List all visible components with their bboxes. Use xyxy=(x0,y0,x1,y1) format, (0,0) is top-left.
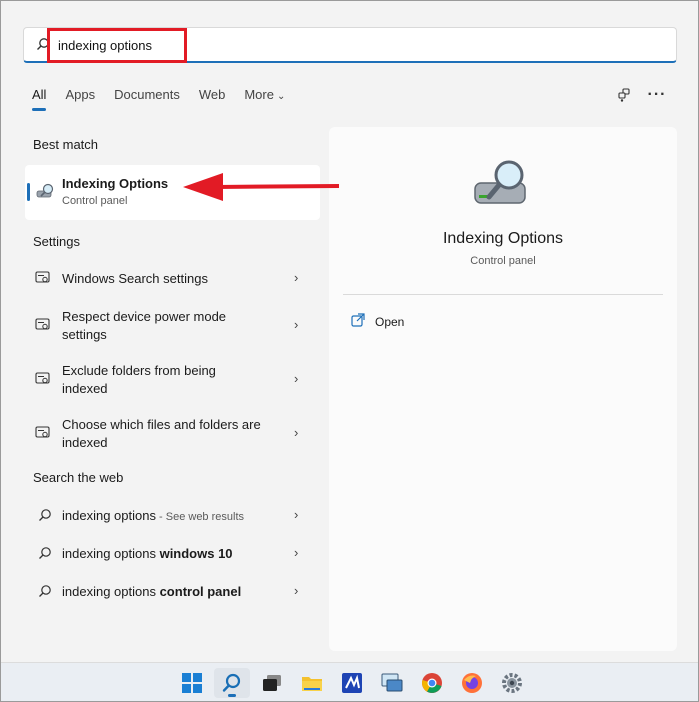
tab-documents[interactable]: Documents xyxy=(114,87,180,109)
chevron-down-icon: ⌄ xyxy=(276,91,286,102)
settings-item-line1: Respect device power mode xyxy=(62,309,227,324)
web-result-bold: windows 10 xyxy=(159,546,233,561)
filter-tabs: All Apps Documents Web More ⌄ xyxy=(32,87,304,111)
settings-window-icon xyxy=(35,271,51,290)
settings-window-icon xyxy=(35,426,51,445)
settings-item-choose-files[interactable]: Choose which files and folders are indexe… xyxy=(25,415,320,453)
settings-item-line2: settings xyxy=(62,327,107,342)
selection-indicator xyxy=(27,183,30,201)
tab-all[interactable]: All xyxy=(32,87,47,111)
open-label: Open xyxy=(375,314,405,329)
preview-title: Indexing Options xyxy=(442,230,564,247)
preview-divider xyxy=(343,294,663,295)
web-result-normal: indexing options xyxy=(62,508,156,523)
chevron-right-icon: › xyxy=(294,507,299,522)
taskbar-items xyxy=(174,668,534,698)
annotation-arrow-icon xyxy=(181,169,341,210)
taskbar xyxy=(1,662,698,701)
share-icon[interactable] xyxy=(613,85,635,105)
best-match-title: Indexing Options xyxy=(62,176,169,191)
section-title-search-web: Search the web xyxy=(33,470,124,485)
settings-window-icon xyxy=(35,318,51,337)
toolbar: ··· xyxy=(602,85,668,105)
settings-item-label: Exclude folders from being indexed xyxy=(62,362,262,398)
annotation-highlight-box xyxy=(47,28,187,63)
best-match-subtitle: Control panel xyxy=(62,195,128,207)
app-store-icon[interactable] xyxy=(334,668,370,698)
settings-item-line2: indexed xyxy=(62,381,108,396)
web-result-suffix: - See web results xyxy=(155,511,245,523)
settings-item-label: Respect device power mode settings xyxy=(62,308,262,344)
firefox-icon[interactable] xyxy=(454,668,490,698)
search-icon xyxy=(38,508,52,527)
preview-subtitle: Control panel xyxy=(470,255,536,267)
settings-item-label: Choose which files and folders are indexe… xyxy=(62,416,287,452)
task-view-icon[interactable] xyxy=(254,668,290,698)
taskbar-search-icon[interactable] xyxy=(214,668,250,698)
chevron-right-icon: › xyxy=(294,371,299,386)
preview-pane: Indexing Options Control panel Open xyxy=(329,127,677,651)
file-explorer-icon[interactable] xyxy=(294,668,330,698)
indexing-options-icon xyxy=(36,183,56,206)
web-result-label: indexing options windows 10 xyxy=(62,545,292,563)
settings-item-label: Windows Search settings xyxy=(62,270,262,288)
windows-start-icon[interactable] xyxy=(174,668,210,698)
tab-apps[interactable]: Apps xyxy=(65,87,95,109)
settings-item-line1: Choose which files and folders are xyxy=(62,417,261,432)
more-icon[interactable]: ··· xyxy=(646,85,668,105)
chevron-right-icon: › xyxy=(294,425,299,440)
settings-gear-icon[interactable] xyxy=(494,668,530,698)
tab-more-label: More xyxy=(244,87,274,102)
settings-item-windows-search[interactable]: Windows Search settings › xyxy=(25,269,320,289)
web-result-item[interactable]: indexing options windows 10 › xyxy=(25,544,320,564)
settings-window-icon xyxy=(35,372,51,391)
chevron-right-icon: › xyxy=(294,545,299,560)
section-title-settings: Settings xyxy=(33,234,80,249)
settings-item-line2: indexed xyxy=(62,435,108,450)
settings-item-exclude-folders[interactable]: Exclude folders from being indexed › xyxy=(25,361,320,399)
tab-more[interactable]: More ⌄ xyxy=(244,87,285,109)
web-result-label: indexing options - See web results xyxy=(62,507,292,526)
web-result-label: indexing options control panel xyxy=(62,583,292,601)
chevron-right-icon: › xyxy=(294,583,299,598)
chevron-right-icon: › xyxy=(294,317,299,332)
tab-web[interactable]: Web xyxy=(199,87,226,109)
remote-desktop-icon[interactable] xyxy=(374,668,410,698)
web-result-item[interactable]: indexing options - See web results › xyxy=(25,506,320,526)
web-result-normal: indexing options xyxy=(62,546,160,561)
chevron-right-icon: › xyxy=(294,270,299,285)
chrome-icon[interactable] xyxy=(414,668,450,698)
section-title-best-match: Best match xyxy=(33,137,99,152)
indexing-options-large-icon xyxy=(471,157,535,220)
search-icon xyxy=(38,584,52,603)
web-result-normal: indexing options xyxy=(62,584,160,599)
search-panel: All Apps Documents Web More⌄ ··· Best ma… xyxy=(1,1,698,662)
web-result-item[interactable]: indexing options control panel › xyxy=(25,582,320,602)
settings-item-line1: Exclude folders from being xyxy=(62,363,216,378)
open-external-icon xyxy=(351,313,365,330)
web-result-bold: control panel xyxy=(159,584,242,599)
search-icon xyxy=(38,546,52,565)
open-action[interactable]: Open xyxy=(351,313,404,330)
settings-item-line1: Windows Search settings xyxy=(62,271,208,286)
settings-item-power-mode[interactable]: Respect device power mode settings › xyxy=(25,307,320,345)
